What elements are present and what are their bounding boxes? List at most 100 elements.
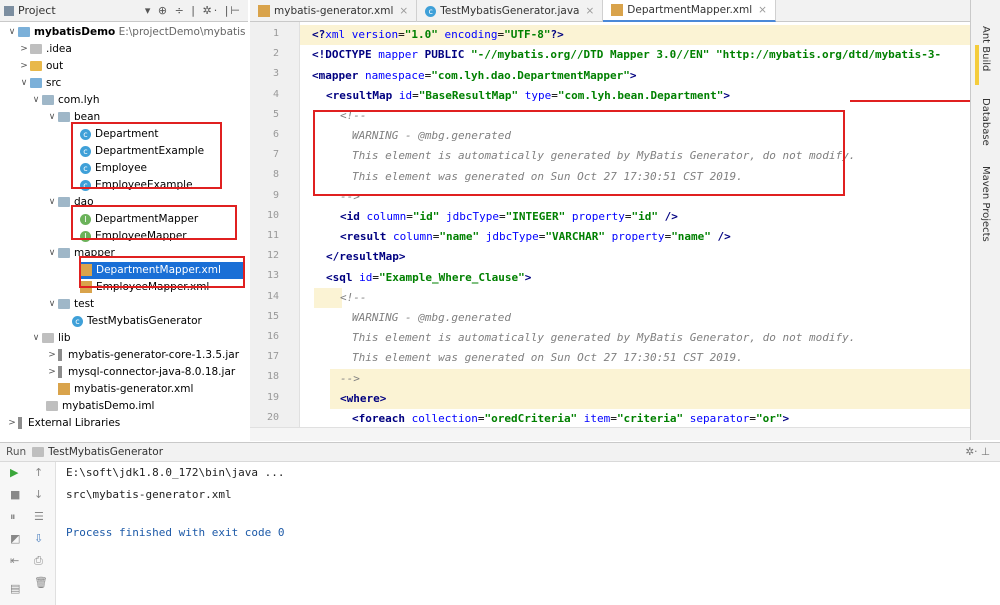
scroll-up-icon[interactable]: ↑: [34, 466, 43, 479]
line-number: 1: [272, 28, 279, 39]
chevron-right-icon[interactable]: >: [18, 41, 30, 58]
code-line-10: <id column="id" jdbcType="INTEGER" prope…: [340, 210, 678, 223]
tree-item-label: com.lyh: [58, 94, 100, 106]
layout-icon[interactable]: ▤: [10, 582, 20, 595]
line-number: 18: [266, 371, 279, 382]
tree-item-label: .idea: [46, 43, 72, 55]
chevron-down-icon[interactable]: ∨: [30, 330, 42, 347]
tree-item-mybatis-generator-xml[interactable]: mybatis-generator.xml: [58, 381, 193, 398]
chevron-right-icon[interactable]: >: [6, 415, 18, 432]
line-number: 14: [266, 291, 279, 302]
tree-item-label: test: [74, 298, 95, 310]
line-number: 6: [272, 129, 279, 140]
line-number: 11: [266, 230, 279, 241]
scroll-down-icon[interactable]: ↓: [34, 488, 43, 501]
code-line-11: <result column="name" jdbcType="VARCHAR"…: [340, 230, 731, 243]
tree-item-mybatisdemo-iml[interactable]: mybatisDemo.iml: [46, 398, 154, 415]
tree-item-com-lyh[interactable]: ∨ com.lyh: [30, 92, 100, 109]
chevron-right-icon[interactable]: >: [18, 58, 30, 75]
tree-item-label: mybatisDemo: [34, 26, 116, 38]
editor-gutter: 1 2 3 4 5 6 7 8 9 10 11 12 13 14 15 16 1…: [250, 22, 300, 427]
jar-icon: [58, 366, 62, 379]
rerun-icon[interactable]: ▶: [10, 466, 18, 479]
chevron-right-icon[interactable]: >: [46, 347, 58, 364]
close-icon[interactable]: ×: [585, 0, 594, 22]
chevron-down-icon[interactable]: ∨: [6, 24, 18, 41]
editor-horizontal-scrollbar[interactable]: [250, 427, 970, 441]
tab-department-mapper-xml[interactable]: DepartmentMapper.xml ×: [603, 0, 776, 22]
code-line-14: <!--: [340, 291, 367, 304]
trash-icon[interactable]: 🗑: [34, 576, 48, 589]
pause-icon[interactable]: ⏸: [10, 510, 16, 524]
chevron-down-icon[interactable]: ∨: [30, 92, 42, 109]
tree-item-label: mybatis-generator-core-1.3.5.jar: [68, 349, 240, 361]
close-icon[interactable]: ×: [758, 0, 767, 21]
tree-item-src[interactable]: ∨ src: [18, 75, 62, 92]
tree-item-idea[interactable]: > .idea: [18, 41, 72, 58]
class-icon: c: [72, 315, 83, 327]
tool-window-database[interactable]: Database: [980, 98, 991, 146]
tab-mybatis-generator-xml[interactable]: mybatis-generator.xml ×: [250, 0, 418, 22]
tree-item-label: mybatisDemo.iml: [62, 400, 155, 412]
code-editor[interactable]: <?xml version="1.0" encoding="UTF-8"?> <…: [300, 22, 970, 427]
class-icon: c: [425, 5, 437, 17]
code-line-18: -->: [340, 372, 360, 385]
project-panel-title[interactable]: Project: [18, 4, 56, 17]
exit-icon[interactable]: ⇤: [10, 554, 19, 567]
soft-wrap-icon[interactable]: ☰: [34, 510, 44, 523]
folder-icon: [42, 333, 54, 344]
chevron-down-icon[interactable]: ∨: [18, 75, 30, 92]
close-icon[interactable]: ×: [399, 0, 408, 22]
tree-item-mysql-connector-jar[interactable]: > mysql-connector-java-8.0.18.jar: [46, 364, 235, 381]
scroll-to-end-icon[interactable]: ⇩: [34, 532, 43, 545]
tree-item-test[interactable]: ∨ test: [46, 296, 94, 313]
libraries-icon: [18, 417, 22, 430]
tree-item-lib[interactable]: ∨ lib: [30, 330, 71, 347]
line-number: 12: [266, 250, 279, 261]
run-config-tab[interactable]: TestMybatisGenerator: [48, 446, 163, 458]
run-panel-tools[interactable]: ✲· ⊥: [965, 446, 990, 458]
side-accent-marker: [975, 45, 979, 85]
stop-icon[interactable]: ■: [10, 488, 20, 501]
line-number: 3: [272, 68, 279, 79]
chevron-down-icon[interactable]: ∨: [46, 194, 58, 211]
tool-window-maven-projects[interactable]: Maven Projects: [980, 166, 991, 242]
tab-test-mybatis-generator-java[interactable]: c TestMybatisGenerator.java ×: [417, 0, 604, 22]
line-number: 17: [266, 351, 279, 362]
code-line-18-bg: [330, 369, 970, 390]
line-number: 7: [272, 149, 279, 160]
project-panel-tools[interactable]: ▾ ⊕ ÷ | ✲· |⊢: [145, 4, 242, 17]
line-number: 8: [272, 169, 279, 180]
iml-file-icon: [46, 401, 58, 412]
tree-item-mybatis-generator-jar[interactable]: > mybatis-generator-core-1.3.5.jar: [46, 347, 239, 364]
tree-item-out[interactable]: > out: [18, 58, 63, 75]
chevron-down-icon[interactable]: ∨: [46, 245, 58, 262]
code-line-3: <mapper namespace="com.lyh.dao.Departmen…: [312, 69, 637, 82]
console-line: src\mybatis-generator.xml: [66, 488, 232, 501]
jar-icon: [58, 349, 62, 362]
package-icon: [58, 299, 70, 310]
run-panel-title: Run: [6, 446, 27, 458]
run-console[interactable]: E:\soft\jdk1.8.0_172\bin\java ... src\my…: [56, 462, 1000, 605]
source-folder-icon: [30, 78, 42, 89]
chevron-down-icon[interactable]: ∨: [46, 109, 58, 126]
tree-item-external-libraries[interactable]: > External Libraries: [6, 415, 120, 432]
line-number: 20: [266, 412, 279, 423]
line-number: 4: [272, 89, 279, 100]
tree-item-test-mybatis-generator[interactable]: c TestMybatisGenerator: [72, 313, 202, 330]
highlight-box-mapper: [79, 256, 245, 288]
code-line-1: <?xml version="1.0" encoding="UTF-8"?>: [300, 25, 970, 46]
tool-window-ant-build[interactable]: Ant Build: [980, 26, 991, 71]
dump-threads-icon[interactable]: ◩: [10, 532, 20, 545]
tree-item-label: mybatis-generator.xml: [74, 383, 194, 395]
code-line-2: <!DOCTYPE mapper PUBLIC "-//mybatis.org/…: [312, 48, 942, 61]
chevron-right-icon[interactable]: >: [46, 364, 58, 381]
tree-item-label: src: [46, 77, 62, 89]
chevron-down-icon[interactable]: ∨: [46, 296, 58, 313]
tree-item-mybatisdemo[interactable]: ∨ mybatisDemo E:\projectDemo\mybatisDem: [6, 24, 246, 41]
code-line-17: This element was generated on Sun Oct 27…: [352, 351, 743, 364]
run-panel-header: Run TestMybatisGenerator ✲· ⊥: [0, 442, 1000, 462]
right-tool-sidebar: Ant Build Database Maven Projects: [970, 0, 1000, 440]
code-line-19-bg: [330, 389, 970, 410]
print-icon[interactable]: ⎙: [34, 554, 43, 568]
